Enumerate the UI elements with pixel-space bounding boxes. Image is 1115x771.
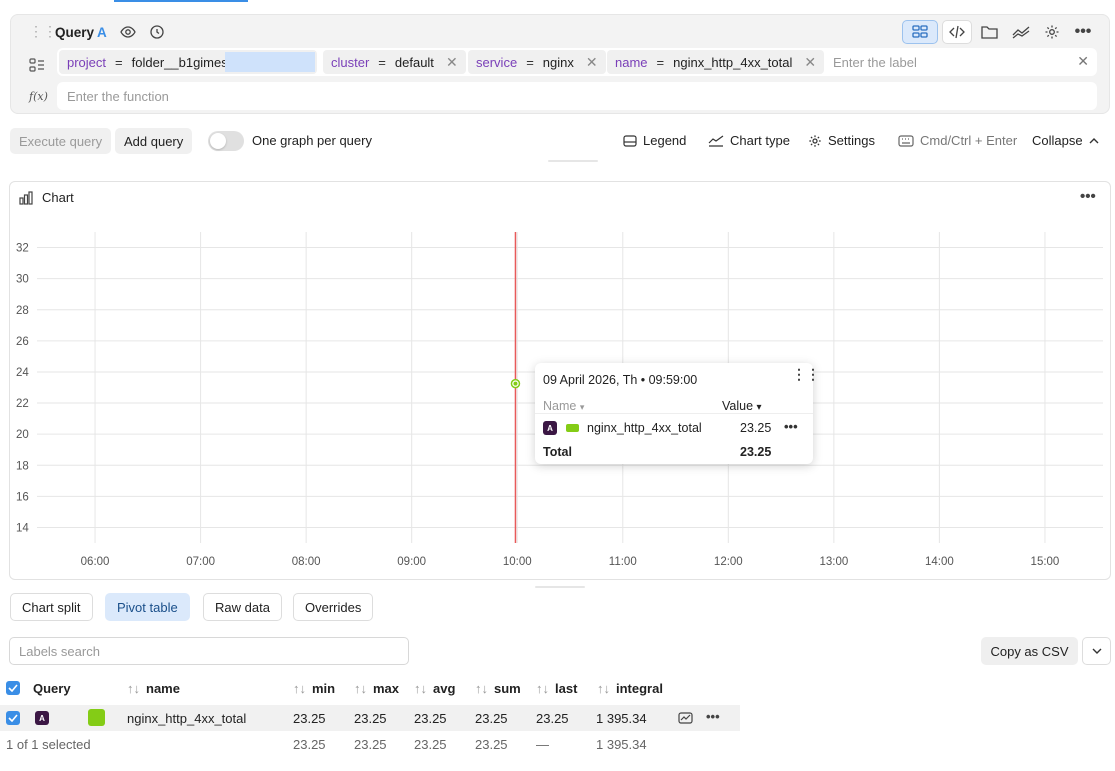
tooltip-total-label: Total	[543, 445, 572, 459]
column-last[interactable]: ↑↓ last	[536, 681, 577, 696]
row-integral: 1 395.34	[596, 711, 647, 726]
x-tick-label: 11:00	[609, 556, 637, 568]
column-name-label: name	[146, 681, 180, 696]
column-integral-label: integral	[616, 681, 663, 696]
y-tick-label: 28	[16, 305, 29, 317]
query-badge: A	[35, 711, 49, 725]
y-tick-label: 32	[16, 243, 29, 255]
selection-count: 1 of 1 selected	[6, 737, 91, 752]
column-sum[interactable]: ↑↓ sum	[475, 681, 521, 696]
tooltip-value-header-label: Value	[722, 399, 754, 413]
x-tick-label: 14:00	[925, 556, 954, 568]
tooltip-more-icon[interactable]: •••	[784, 419, 798, 434]
sort-down-icon: ▾	[579, 402, 585, 412]
copy-csv-button[interactable]: Copy as CSV	[981, 637, 1078, 665]
footer-min: 23.25	[293, 737, 326, 752]
select-all-checkbox[interactable]	[6, 681, 20, 695]
chart-tooltip: 09 April 2026, Th • 09:59:00 ⋮⋮ Name ▾ V…	[535, 363, 820, 464]
tooltip-total-value: 23.25	[740, 445, 772, 459]
y-tick-label: 30	[16, 274, 29, 286]
table-footer: 1 of 1 selected 23.25 23.25 23.25 23.25 …	[0, 731, 740, 757]
tooltip-datetime: 09 April 2026, Th • 09:59:00	[543, 373, 698, 387]
column-name[interactable]: ↑↓ name	[127, 681, 180, 696]
row-checkbox[interactable]	[6, 711, 20, 725]
column-integral[interactable]: ↑↓ integral	[597, 681, 663, 696]
x-tick-label: 10:00	[503, 556, 532, 568]
sort-icon: ↑↓	[127, 681, 140, 696]
column-sum-label: sum	[494, 681, 521, 696]
row-sum: 23.25	[475, 711, 508, 726]
sort-down-icon: ▾	[756, 402, 762, 413]
mini-chart-icon[interactable]	[678, 712, 693, 724]
y-tick-label: 24	[16, 367, 29, 379]
csv-options-button[interactable]	[1082, 637, 1111, 665]
footer-last: —	[536, 737, 549, 752]
table-row[interactable]: A nginx_http_4xx_total 23.25 23.25 23.25…	[0, 705, 740, 731]
y-tick-label: 20	[16, 429, 29, 441]
column-avg[interactable]: ↑↓ avg	[414, 681, 455, 696]
tooltip-value-header[interactable]: Value ▾	[722, 399, 762, 413]
y-tick-label: 22	[16, 398, 29, 410]
footer-max: 23.25	[354, 737, 387, 752]
data-point	[513, 381, 518, 386]
x-tick-label: 15:00	[1031, 556, 1060, 568]
sort-icon: ↑↓	[414, 681, 427, 696]
sort-icon: ↑↓	[597, 681, 610, 696]
tooltip-divider	[535, 413, 813, 414]
footer-integral: 1 395.34	[596, 737, 647, 752]
series-color-swatch[interactable]	[88, 709, 105, 726]
sort-icon: ↑↓	[293, 681, 306, 696]
footer-avg: 23.25	[414, 737, 447, 752]
tooltip-drag-icon[interactable]: ⋮⋮	[792, 367, 820, 381]
column-query: Query	[33, 681, 71, 696]
row-max: 23.25	[354, 711, 387, 726]
tab-chart-split[interactable]: Chart split	[10, 593, 93, 621]
footer-sum: 23.25	[475, 737, 508, 752]
sort-icon: ↑↓	[354, 681, 367, 696]
sort-icon: ↑↓	[475, 681, 488, 696]
line-chart[interactable]: 14 16 18 20 22 24 26 28 30 32 06:00 07:00 08:00 09:00…	[0, 0, 1115, 590]
x-tick-label: 08:00	[292, 556, 321, 568]
y-tick-label: 14	[16, 522, 29, 534]
tooltip-name-header[interactable]: Name ▾	[543, 399, 584, 413]
column-last-label: last	[555, 681, 578, 696]
labels-search-input[interactable]: Labels search	[9, 637, 409, 665]
sort-icon: ↑↓	[536, 681, 549, 696]
chart-resize-handle[interactable]	[535, 586, 585, 588]
tab-pivot-table[interactable]: Pivot table	[105, 593, 190, 621]
tooltip-series-value: 23.25	[740, 421, 772, 435]
column-min[interactable]: ↑↓ min	[293, 681, 335, 696]
chevron-down-icon	[1092, 648, 1101, 654]
row-last: 23.25	[536, 711, 569, 726]
table-header: Query ↑↓ name ↑↓ min ↑↓ max ↑↓ avg ↑↓ sum ↑↓ l…	[0, 675, 740, 701]
x-tick-label: 12:00	[714, 556, 743, 568]
x-tick-label: 07:00	[186, 556, 215, 568]
tooltip-name-header-label: Name	[543, 399, 577, 413]
series-color-swatch	[566, 424, 579, 432]
row-avg: 23.25	[414, 711, 447, 726]
column-avg-label: avg	[433, 681, 456, 696]
column-max[interactable]: ↑↓ max	[354, 681, 399, 696]
column-max-label: max	[373, 681, 400, 696]
x-tick-label: 06:00	[81, 556, 110, 568]
row-more-icon[interactable]: •••	[706, 709, 720, 724]
y-tick-label: 18	[16, 460, 29, 472]
query-badge: A	[543, 421, 557, 435]
y-tick-label: 26	[16, 336, 29, 348]
y-tick-label: 16	[16, 491, 29, 503]
x-tick-label: 13:00	[819, 556, 848, 568]
tab-raw-data[interactable]: Raw data	[203, 593, 282, 621]
tooltip-series-name: nginx_http_4xx_total	[587, 421, 702, 435]
x-tick-label: 09:00	[397, 556, 426, 568]
row-name: nginx_http_4xx_total	[127, 711, 247, 726]
tab-overrides[interactable]: Overrides	[293, 593, 374, 621]
row-min: 23.25	[293, 711, 326, 726]
column-min-label: min	[312, 681, 336, 696]
